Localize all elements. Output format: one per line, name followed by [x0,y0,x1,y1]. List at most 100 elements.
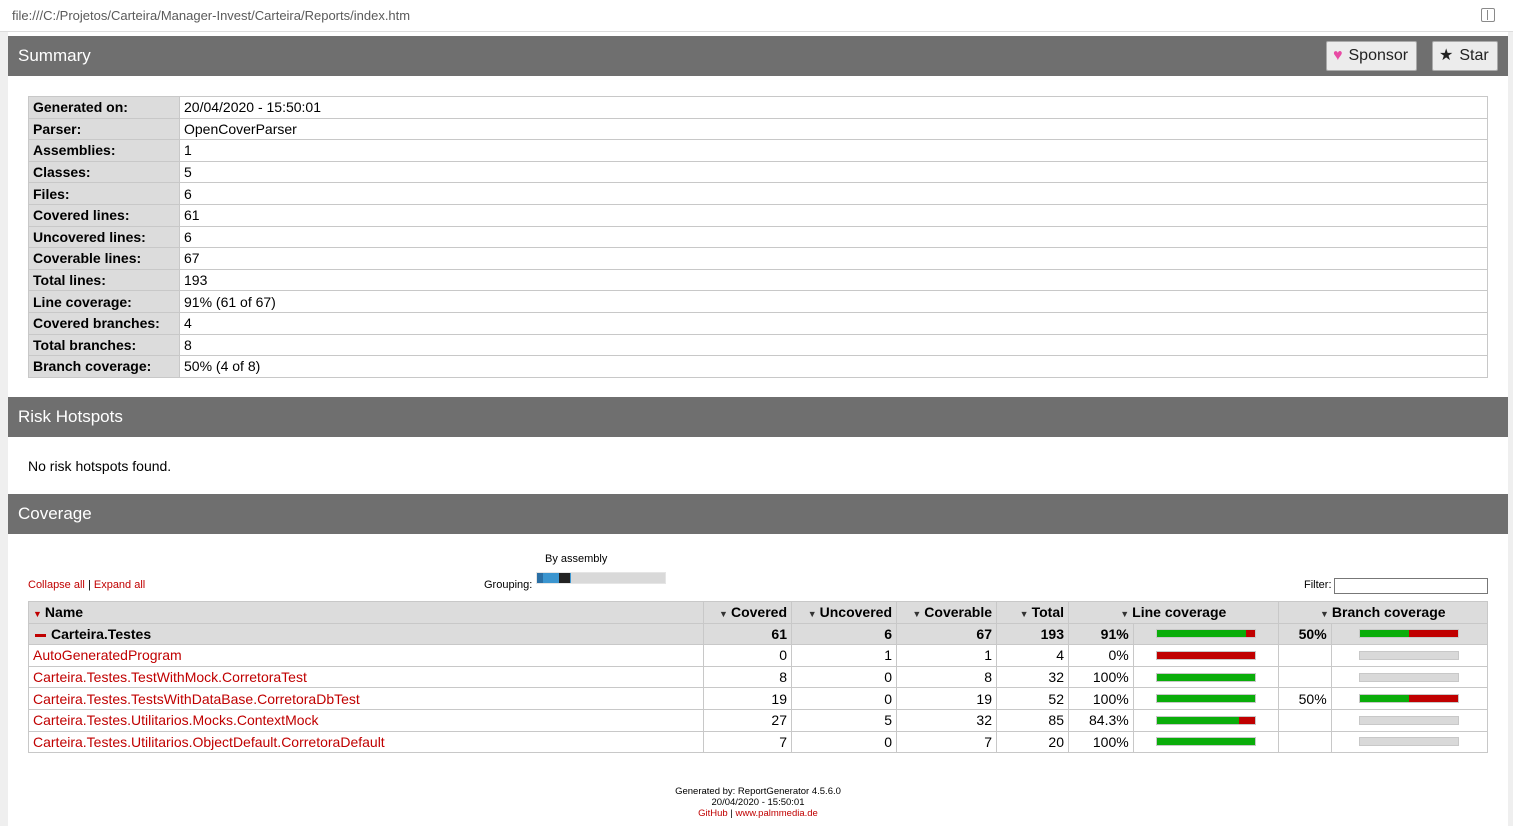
col-uncovered[interactable]: ▼ Uncovered [791,601,897,624]
summary-row: Covered lines: 61 [28,203,1488,227]
branch-coverage-pct: 50% [1277,687,1332,710]
class-link[interactable]: Carteira.Testes.TestWithMock.CorretoraTe… [33,669,307,685]
sponsor-button[interactable]: ♥ Sponsor [1326,41,1418,71]
sort-down-icon: ▼ [1120,609,1130,620]
class-name-cell: Carteira.Testes.Utilitarios.ObjectDefaul… [28,730,704,754]
total-cell: 4 [996,644,1069,667]
branch-coverage-pct [1277,730,1332,754]
collapse-expand-controls: Collapse all | Expand all [28,579,145,591]
coverage-title: Coverage [18,504,92,523]
branch-coverage-bar [1359,715,1460,725]
branch-coverage-pct [1277,644,1332,667]
star-button[interactable]: ★ Star [1432,41,1498,71]
uncovered-cell: 1 [791,644,897,667]
class-link[interactable]: Carteira.Testes.Utilitarios.ObjectDefaul… [33,734,385,750]
summary-row-label: Branch coverage: [28,355,180,378]
bar-empty-segment [1360,673,1459,681]
coverage-table: ▼ Name ▼ Covered ▼ Uncovered ▼ Coverable ▼ To… [28,601,1489,754]
branch-coverage-bar-cell [1330,730,1489,754]
coverage-header-row: ▼ Name ▼ Covered ▼ Uncovered ▼ Coverable ▼ To… [28,601,1489,624]
branch-coverage-bar [1359,737,1460,747]
coverable-cell: 19 [896,687,997,710]
line-coverage-pct: 100% [1068,687,1134,710]
star-label: Star [1459,47,1489,64]
palmmedia-link[interactable]: www.palmmedia.de [735,808,817,819]
col-total[interactable]: ▼ Total [996,601,1069,624]
collapse-minus-icon[interactable] [35,633,46,637]
assembly-name-cell[interactable]: Carteira.Testes [28,622,704,646]
assembly-row[interactable]: Carteira.Testes 61 6 67 193 91% 50% [28,622,1489,646]
bar-uncovered-segment [1245,630,1255,638]
col-covered[interactable]: ▼ Covered [703,601,792,624]
grouping-slider-start [537,573,543,583]
summary-row: Branch coverage: 50% (4 of 8) [28,355,1488,378]
github-link[interactable]: GitHub [698,808,728,819]
grouping-slider-handle[interactable] [559,573,570,583]
browser-address-bar[interactable]: file:///C:/Projetos/Carteira/Manager-Inv… [0,0,1513,32]
class-name-cell: Carteira.Testes.TestsWithDataBase.Corret… [28,687,704,710]
assembly-name: Carteira.Testes [51,625,152,642]
class-row: Carteira.Testes.Utilitarios.ObjectDefaul… [28,730,1489,754]
uncovered-cell: 0 [791,665,897,689]
covered-cell: 0 [703,644,792,667]
coverable-cell: 1 [896,644,997,667]
col-name[interactable]: ▼ Name [28,601,704,624]
summary-row-label: Classes: [28,160,180,184]
line-coverage-bar [1155,672,1256,682]
summary-row-value: 91% (61 of 67) [179,290,1488,313]
line-coverage-bar [1155,737,1256,747]
line-coverage-pct: 84.3% [1068,708,1134,732]
covered-cell: 8 [703,665,792,689]
coverable-cell: 7 [896,730,997,754]
branch-coverage-bar-cell [1330,665,1489,689]
page-frame-right [1508,32,1513,826]
grouping-slider[interactable] [536,572,666,584]
line-coverage-bar-cell [1132,730,1279,754]
summary-row: Line coverage: 91% (61 of 67) [28,290,1488,313]
class-row: AutoGeneratedProgram 0 1 1 4 0% [28,644,1489,667]
summary-row-value: 6 [179,225,1488,249]
separator: | [87,579,91,591]
summary-row-value: 6 [179,182,1488,205]
line-coverage-bar-cell [1132,687,1279,710]
class-row: Carteira.Testes.TestsWithDataBase.Corret… [28,687,1489,710]
col-line-coverage[interactable]: ▼ Line coverage [1068,601,1279,624]
reader-view-icon[interactable] [1481,8,1495,22]
coverable-cell: 67 [896,622,997,646]
summary-row-value: 8 [179,333,1488,357]
line-coverage-bar-cell [1132,665,1279,689]
sort-down-icon: ▼ [719,609,728,620]
summary-row: Assemblies: 1 [28,139,1488,162]
collapse-all-link[interactable]: Collapse all [28,579,85,591]
class-link[interactable]: Carteira.Testes.TestsWithDataBase.Corret… [33,691,360,707]
summary-row-value: 20/04/2020 - 15:50:01 [179,96,1488,119]
footer-date: 20/04/2020 - 15:50:01 [711,797,805,808]
risk-hotspots-title: Risk Hotspots [18,407,123,426]
col-coverable[interactable]: ▼ Coverable [896,601,997,624]
summary-row-value: 1 [179,139,1488,162]
footer-generated-by: Generated by: ReportGenerator 4.5.6.0 [675,786,841,797]
bar-covered-segment [1156,716,1240,724]
total-cell: 52 [996,687,1069,710]
col-branch-coverage[interactable]: ▼ Branch coverage [1277,601,1489,624]
bar-covered-segment [1156,673,1255,681]
class-link[interactable]: Carteira.Testes.Utilitarios.Mocks.Contex… [33,712,319,728]
bar-uncovered-segment [1409,630,1459,638]
class-link[interactable]: AutoGeneratedProgram [33,647,182,663]
summary-row: Coverable lines: 67 [28,247,1488,270]
sort-down-icon: ▼ [807,609,817,620]
filter-input[interactable] [1334,578,1488,594]
summary-row-value: 5 [179,160,1488,184]
summary-title: Summary [18,46,91,65]
url-text[interactable]: file:///C:/Projetos/Carteira/Manager-Inv… [12,8,410,23]
expand-all-link[interactable]: Expand all [94,579,145,591]
branch-coverage-bar [1359,694,1460,704]
footer-separator: | [730,808,733,819]
summary-row-label: Assemblies: [28,139,180,162]
page-frame-left [0,32,8,826]
no-risk-message: No risk hotspots found. [28,458,172,474]
summary-row-label: Total lines: [28,268,180,292]
summary-row-value: 193 [179,268,1488,292]
summary-row-label: Line coverage: [28,290,180,313]
summary-row-label: Covered lines: [28,203,180,227]
